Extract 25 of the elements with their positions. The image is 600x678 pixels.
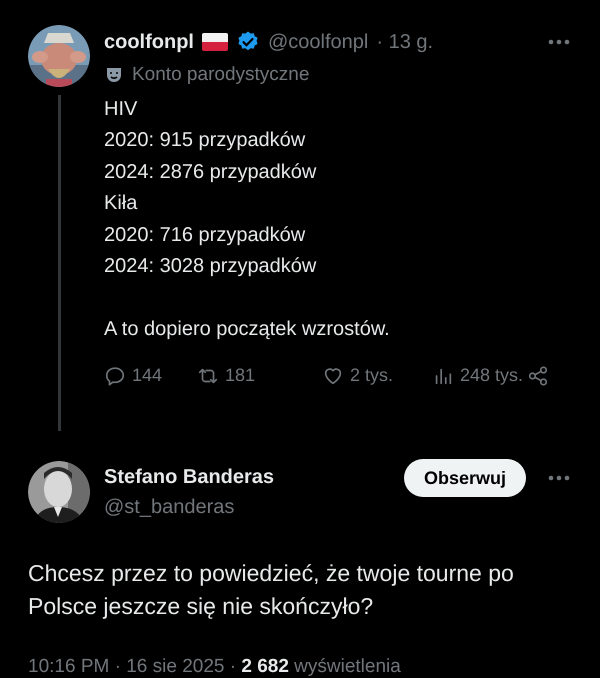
post-text-line: HIV — [104, 96, 138, 122]
stat-count: 2 tys. — [350, 364, 394, 387]
more-icon[interactable] — [548, 39, 570, 45]
share-icon[interactable] — [527, 364, 550, 386]
speech-bubble-icon[interactable] — [104, 364, 126, 386]
stat-count: 181 — [225, 364, 256, 387]
author-name[interactable]: coolfonpl — [104, 27, 194, 57]
stat-count: 248 tys. — [460, 364, 524, 387]
reply-text: Chcesz przez to powiedzieć, że twoje tourne po Polsce jeszcze się nie skończyło? — [27, 559, 515, 621]
post-time[interactable]: · 13 g. — [376, 27, 434, 57]
author-handle[interactable]: @coolfonpl — [268, 27, 368, 57]
post-text-line: 2024: 3028 przypadków — [104, 254, 318, 279]
post-text-line: A to dopiero początek wzrostów. — [104, 316, 391, 342]
post-text-line: 2024: 2876 przypadków — [104, 160, 318, 184]
author-name[interactable]: Stefano Banderas — [104, 462, 274, 492]
post-text-line: 2020: 716 przypadków — [104, 222, 306, 248]
more-icon[interactable] — [548, 475, 570, 481]
parody-label: Konto parodystyczne — [132, 63, 310, 87]
author-handle[interactable]: @st_banderas — [104, 492, 274, 522]
post-meta: 10:16 PM · 16 sie 2025 · 2 682 wyświetlenia — [27, 655, 402, 678]
flag-icon — [202, 33, 228, 51]
post-text-line: Kiła — [104, 191, 138, 216]
post-text-line: 2020: 915 przypadków — [104, 128, 306, 153]
follow-button[interactable]: Obserwuj — [404, 459, 526, 497]
stat-count: 144 — [132, 364, 162, 387]
